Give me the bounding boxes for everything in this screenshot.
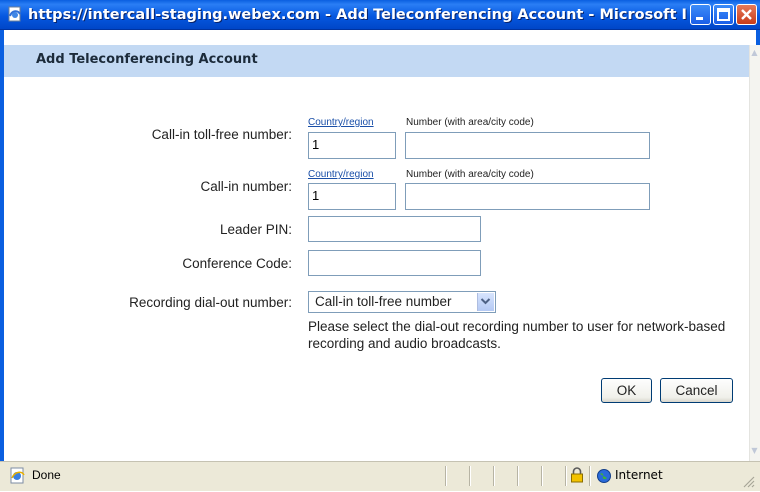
internet-globe-icon	[596, 468, 612, 484]
maximize-icon	[717, 8, 730, 21]
cancel-button[interactable]: Cancel	[660, 378, 733, 403]
minimize-icon	[696, 17, 703, 20]
chevron-down-icon[interactable]	[477, 293, 494, 311]
ie-done-icon	[9, 467, 27, 485]
call-in-number-input[interactable]	[405, 183, 650, 210]
number-column-label: Number (with area/city code)	[406, 169, 534, 180]
scroll-down-icon[interactable]: ▼	[749, 444, 760, 458]
conference-code-label: Conference Code:	[182, 256, 292, 271]
resize-grip-icon[interactable]	[741, 473, 755, 488]
toll-free-label: Call-in toll-free number:	[151, 127, 292, 142]
status-divider	[589, 466, 591, 486]
status-divider	[469, 466, 471, 486]
number-column-label: Number (with area/city code)	[406, 117, 534, 128]
security-zone-label: Internet	[615, 468, 663, 482]
minimize-button[interactable]	[690, 4, 711, 25]
status-text: Done	[32, 468, 61, 482]
call-in-country-input[interactable]: 1	[308, 183, 396, 210]
leader-pin-input[interactable]	[308, 216, 481, 242]
conference-code-input[interactable]	[308, 250, 481, 276]
call-in-number-label: Call-in number:	[200, 179, 292, 194]
status-divider	[445, 466, 447, 486]
status-divider	[541, 466, 543, 486]
leader-pin-label: Leader PIN:	[219, 222, 292, 237]
scroll-up-icon[interactable]: ▲	[749, 46, 760, 60]
status-divider	[565, 466, 567, 486]
window-title: https://intercall-staging.webex.com - Ad…	[28, 7, 688, 23]
status-divider	[517, 466, 519, 486]
ie-page-icon	[7, 6, 23, 22]
close-icon	[741, 9, 752, 20]
dialog-title: Add Teleconferencing Account	[36, 52, 258, 67]
country-region-link[interactable]: Country/region	[308, 169, 374, 180]
ok-button[interactable]: OK	[601, 378, 652, 403]
close-button[interactable]	[736, 4, 757, 25]
lock-icon	[570, 467, 584, 483]
country-region-link[interactable]: Country/region	[308, 117, 374, 128]
toll-free-country-input[interactable]: 1	[308, 132, 396, 159]
recording-help-text: Please select the dial-out recording num…	[308, 319, 726, 351]
vertical-scrollbar[interactable]	[749, 45, 760, 461]
recording-dialout-select[interactable]: Call-in toll-free number	[308, 291, 496, 313]
status-divider	[493, 466, 495, 486]
recording-dialout-label: Recording dial-out number:	[129, 295, 292, 310]
toll-free-number-input[interactable]	[405, 132, 650, 159]
recording-selected-value: Call-in toll-free number	[315, 294, 452, 309]
maximize-button[interactable]	[713, 4, 734, 25]
